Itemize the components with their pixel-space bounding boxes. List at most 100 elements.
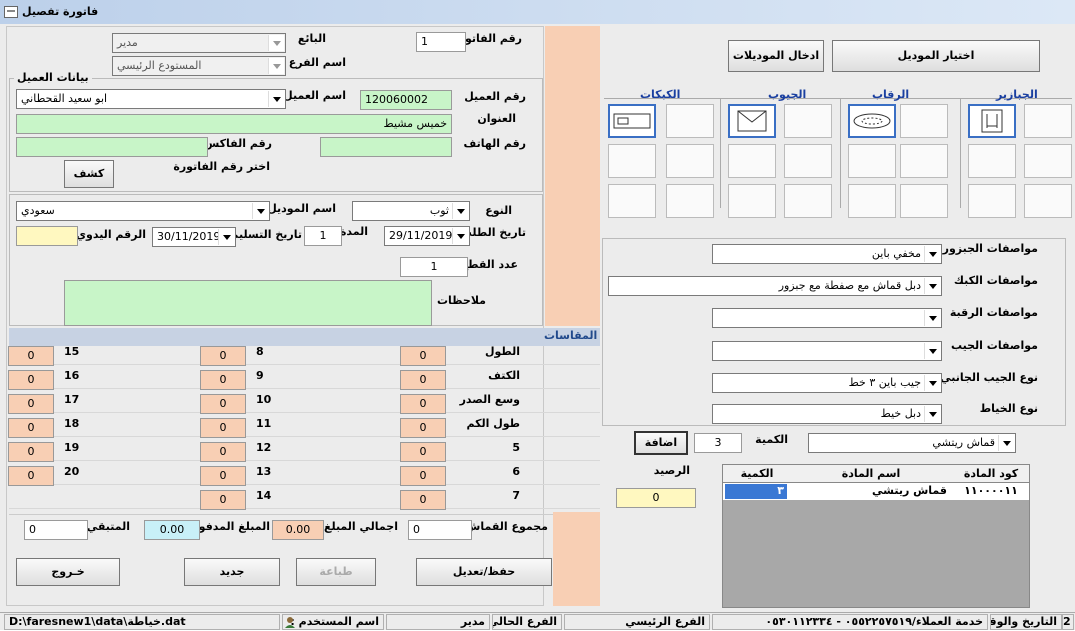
grid-header-name: اسم المادة <box>841 467 901 480</box>
status-branch: الفرع الرئيسي <box>564 614 710 630</box>
paid-label: المبلغ المدفوع <box>191 520 270 533</box>
duration-field[interactable]: 1 <box>304 226 342 246</box>
fabric-select[interactable]: قماش ريتشي <box>808 433 1016 453</box>
model-cell[interactable] <box>1024 104 1072 138</box>
measure-label: الكتف <box>488 369 520 382</box>
branch-select[interactable]: المستودع الرئيسي <box>112 56 286 76</box>
model-cell[interactable] <box>848 144 896 178</box>
model-cell[interactable] <box>784 144 832 178</box>
model-cell[interactable] <box>608 184 656 218</box>
spec-select-stitch[interactable]: دبل خيط <box>712 404 942 424</box>
seller-select[interactable]: مدير <box>112 33 286 53</box>
measure-field[interactable]: 0 <box>8 394 54 414</box>
measure-field[interactable]: 0 <box>200 466 246 486</box>
model-cell[interactable] <box>968 144 1016 178</box>
model-cell[interactable] <box>968 184 1016 218</box>
spec-select-side_pocket[interactable]: جيب باين ٣ خط <box>712 373 942 393</box>
type-select[interactable]: ثوب <box>352 201 470 221</box>
remaining-field: 0 <box>24 520 88 540</box>
print-button[interactable]: طباعة <box>296 558 376 586</box>
model-cell[interactable] <box>848 184 896 218</box>
measure-field[interactable]: 0 <box>400 442 446 462</box>
measure-label: وسع الصدر <box>459 393 520 406</box>
model-cell[interactable] <box>666 184 714 218</box>
measure-field[interactable]: 0 <box>200 346 246 366</box>
measure-label: 6 <box>512 465 520 478</box>
spec-select-cuff[interactable]: دبل قماش مع صفطة مع جبزور <box>608 276 942 296</box>
customer-name-select[interactable]: ابو سعيد القحطاني <box>16 89 286 109</box>
measure-field[interactable]: 0 <box>8 418 54 438</box>
model-cell[interactable] <box>608 144 656 178</box>
qty-field[interactable]: 3 <box>694 433 742 453</box>
add-fabric-button[interactable]: اضافة <box>634 431 688 455</box>
measure-field[interactable]: 0 <box>200 442 246 462</box>
model-cell[interactable] <box>968 104 1016 138</box>
measure-field[interactable]: 0 <box>400 394 446 414</box>
group-label-pockets: الجيوب <box>768 88 807 101</box>
status-current-branch-label: الفرع الحالي <box>492 614 562 630</box>
model-label: اسم الموديل <box>267 202 336 215</box>
phone-field[interactable] <box>320 137 452 157</box>
model-cell[interactable] <box>666 104 714 138</box>
model-cell[interactable] <box>900 104 948 138</box>
status-datetime-value: 2 <box>1062 614 1074 630</box>
measure-label: طول الكم <box>466 417 520 430</box>
search-button[interactable]: كشف <box>64 160 114 188</box>
customer-number-field[interactable]: 120060002 <box>360 90 452 110</box>
model-cell[interactable] <box>666 144 714 178</box>
model-cell[interactable] <box>784 104 832 138</box>
measure-field[interactable]: 0 <box>200 418 246 438</box>
pieces-label: عدد القطع <box>460 258 518 271</box>
measure-field[interactable]: 0 <box>200 490 246 510</box>
spec-select-jabzoor[interactable]: مخفي باين <box>712 244 942 264</box>
order-date-picker[interactable]: 29/11/2019 <box>384 226 470 246</box>
delivery-date-picker[interactable]: 30/11/2019 <box>152 227 236 247</box>
pieces-field[interactable]: 1 <box>400 257 468 277</box>
model-cell[interactable] <box>1024 184 1072 218</box>
model-cell[interactable] <box>784 184 832 218</box>
measure-field[interactable]: 0 <box>8 442 54 462</box>
measure-field[interactable]: 0 <box>8 466 54 486</box>
exit-button[interactable]: خـروج <box>16 558 120 586</box>
measure-field[interactable]: 0 <box>400 490 446 510</box>
fabric-total-field[interactable]: 0 <box>408 520 472 540</box>
measure-field[interactable]: 0 <box>400 418 446 438</box>
table-row[interactable]: ١١٠٠٠٠١١ قماش ريتشي ٣ <box>723 483 1029 500</box>
measure-label: 17 <box>64 393 80 406</box>
choose-model-button[interactable]: اختيار الموديل <box>832 40 1040 72</box>
measure-field[interactable]: 0 <box>200 394 246 414</box>
chevron-down-icon <box>268 35 284 51</box>
model-cell[interactable] <box>728 104 776 138</box>
invoice-no-field[interactable]: 1 <box>416 32 466 52</box>
spec-select-pocket[interactable] <box>712 341 942 361</box>
measure-label: 14 <box>256 489 272 502</box>
measure-field[interactable]: 0 <box>8 346 54 366</box>
measure-field[interactable]: 0 <box>200 370 246 390</box>
model-cell[interactable] <box>900 184 948 218</box>
address-field[interactable]: خميس مشيط <box>16 114 452 134</box>
measure-label: 5 <box>512 441 520 454</box>
manual-no-field[interactable] <box>16 226 78 246</box>
model-cell[interactable] <box>608 104 656 138</box>
measure-field[interactable]: 0 <box>400 370 446 390</box>
model-cell[interactable] <box>848 104 896 138</box>
model-cell[interactable] <box>728 144 776 178</box>
measure-label: 20 <box>64 465 80 478</box>
measure-field[interactable]: 0 <box>400 346 446 366</box>
chevron-down-icon <box>218 229 234 245</box>
measure-field[interactable]: 0 <box>400 466 446 486</box>
paid-field[interactable]: 0.00 <box>144 520 200 540</box>
model-cell[interactable] <box>1024 144 1072 178</box>
spec-select-collar[interactable] <box>712 308 942 328</box>
amount-total-label: اجمالي المبلغ <box>323 520 398 533</box>
new-button[interactable]: جديد <box>184 558 280 586</box>
save-button[interactable]: حفظ/تعديل <box>416 558 552 586</box>
fax-field[interactable] <box>16 137 208 157</box>
enter-models-button[interactable]: ادخال الموديلات <box>728 40 824 72</box>
model-cell[interactable] <box>900 144 948 178</box>
model-cell[interactable] <box>728 184 776 218</box>
model-select[interactable]: سعودي <box>16 201 270 221</box>
manual-no-label: الرقم اليدوي <box>75 228 146 241</box>
measure-field[interactable]: 0 <box>8 370 54 390</box>
notes-field[interactable] <box>64 280 432 326</box>
